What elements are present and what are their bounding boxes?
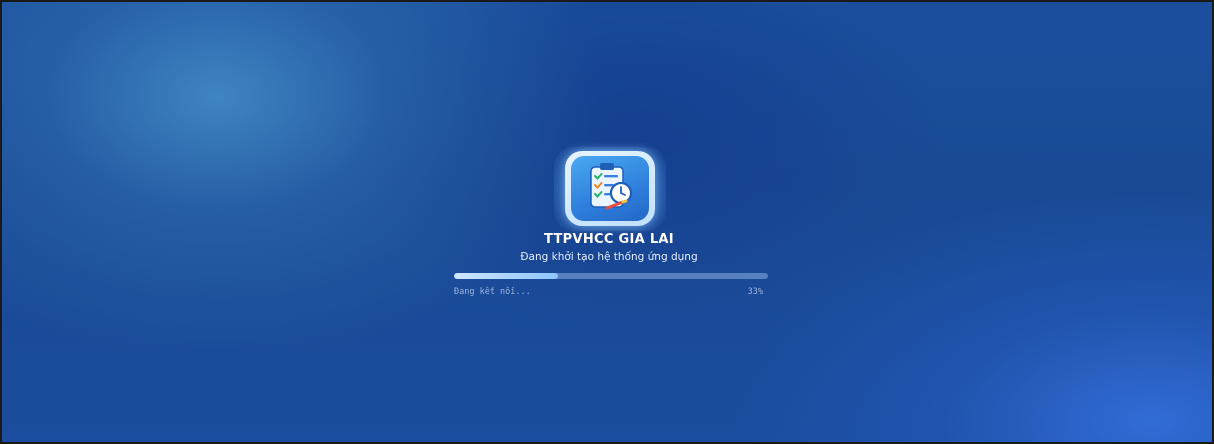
- loading-percent-text: 33%: [747, 287, 763, 297]
- loading-status-text: Đang kết nối...: [454, 287, 531, 297]
- progress-bar-fill: [454, 273, 558, 279]
- splash-screen: TTPVHCC GIA LAI Đang khởi tạo hệ thống ứ…: [0, 0, 1214, 444]
- app-subtitle: Đang khởi tạo hệ thống ứng dụng: [520, 251, 698, 263]
- app-title: TTPVHCC GIA LAI: [544, 232, 674, 247]
- app-logo: [565, 151, 655, 226]
- loading-panel: TTPVHCC GIA LAI Đang khởi tạo hệ thống ứ…: [2, 2, 1212, 442]
- progress-bar: [454, 273, 768, 279]
- clipboard-checklist-clock-icon: [571, 156, 649, 221]
